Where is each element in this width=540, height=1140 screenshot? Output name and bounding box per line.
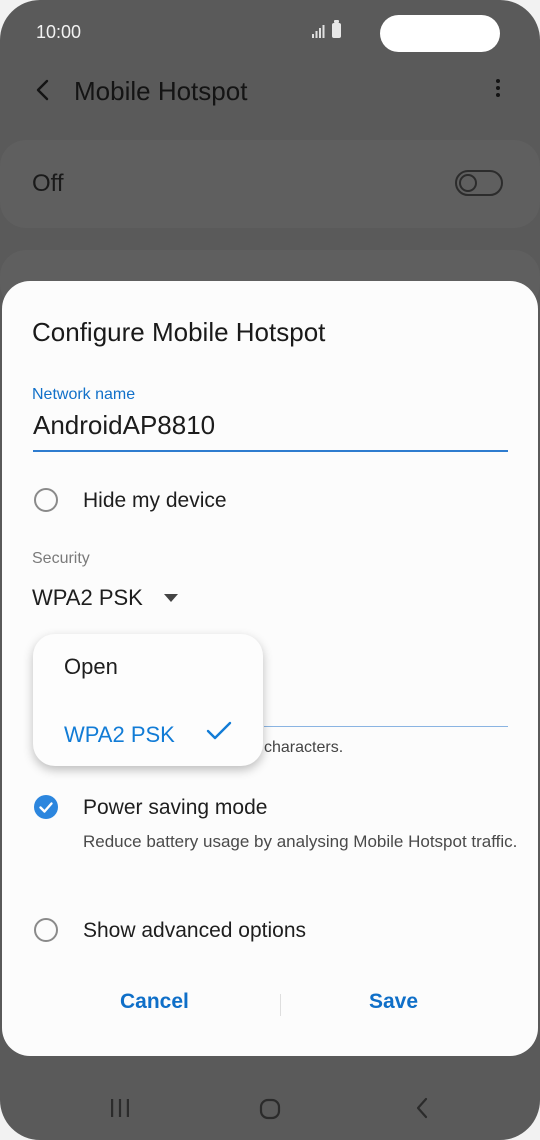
phone-screen: 10:00 Mobile Hotspot Off Configure Mobil… [0, 0, 540, 1140]
hotspot-toggle[interactable] [455, 170, 503, 196]
security-options-menu: Open WPA2 PSK [33, 634, 263, 766]
power-saving-description: Reduce battery usage by analysing Mobile… [83, 832, 518, 851]
dropdown-caret-icon[interactable] [164, 594, 178, 602]
power-saving-label: Power saving mode [83, 796, 268, 819]
power-saving-checkbox[interactable] [34, 795, 58, 819]
save-button[interactable]: Save [369, 990, 418, 1014]
advanced-options-label: Show advanced options [83, 919, 306, 942]
status-time: 10:00 [36, 22, 82, 42]
network-name-input[interactable]: AndroidAP8810 [33, 410, 215, 441]
more-options-icon[interactable] [486, 76, 510, 104]
hide-device-label: Hide my device [83, 489, 227, 512]
back-arrow-icon[interactable] [30, 76, 58, 104]
hide-device-radio[interactable] [34, 488, 58, 512]
navigation-bar [0, 1060, 540, 1140]
button-divider [280, 994, 281, 1016]
cancel-button[interactable]: Cancel [120, 990, 189, 1014]
status-bar: 10:00 [0, 0, 540, 64]
recents-icon[interactable] [109, 1098, 131, 1118]
nav-back-icon[interactable] [412, 1096, 432, 1120]
hotspot-state-label: Off [32, 170, 64, 197]
advanced-options-radio[interactable] [34, 918, 58, 942]
battery-icon [332, 20, 341, 38]
menu-item-wpa2-psk[interactable]: WPA2 PSK [64, 722, 175, 748]
camera-cutout [380, 15, 500, 52]
menu-item-open[interactable]: Open [64, 654, 118, 680]
password-hint: characters. [264, 739, 344, 756]
checkmark-icon [206, 721, 232, 740]
app-bar: Mobile Hotspot [0, 64, 540, 120]
security-dropdown[interactable]: WPA2 PSK [32, 585, 143, 611]
security-label: Security [32, 550, 90, 567]
page-title: Mobile Hotspot [74, 76, 248, 106]
password-underline [264, 726, 508, 727]
home-icon[interactable] [259, 1098, 281, 1120]
dialog-title: Configure Mobile Hotspot [32, 317, 326, 347]
signal-icon [312, 25, 325, 38]
network-name-underline [33, 450, 508, 452]
network-name-label: Network name [32, 386, 136, 403]
